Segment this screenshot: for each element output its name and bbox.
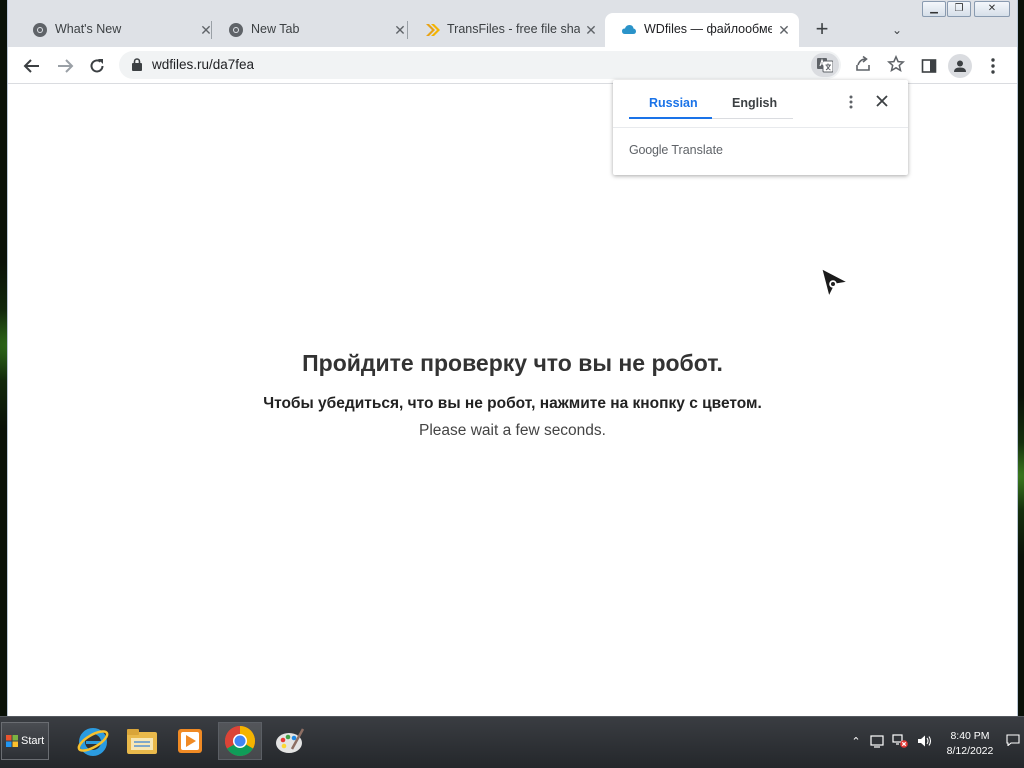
taskbar-app-internet-explorer[interactable] xyxy=(71,722,115,760)
maximize-button[interactable]: ❐ xyxy=(947,1,971,17)
tab-new-tab[interactable]: New Tab ✕ xyxy=(212,13,408,47)
side-panel-icon xyxy=(921,59,937,73)
address-bar[interactable]: wdfiles.ru/da7fea xyxy=(119,51,905,79)
google-translate-icon xyxy=(817,58,833,73)
media-player-icon xyxy=(178,729,202,753)
browser-window: What's New ✕ New Tab ✕ TransFiles - free… xyxy=(7,0,1018,716)
taskbar-app-paint[interactable] xyxy=(268,722,312,760)
translate-language-tabs: Russian English xyxy=(629,94,793,119)
tab-search-chevron-icon[interactable]: ⌄ xyxy=(887,20,907,40)
clock-time[interactable]: 8:40 PM xyxy=(941,730,999,742)
tab-wdfiles[interactable]: WDfiles — файлообмен ✕ xyxy=(605,13,799,47)
new-tab-button[interactable]: + xyxy=(810,18,834,42)
tab-transfiles[interactable]: TransFiles - free file shar ✕ xyxy=(408,13,604,47)
active-tab-indicator xyxy=(629,117,712,119)
chrome-icon xyxy=(224,726,256,757)
close-icon[interactable]: ✕ xyxy=(582,21,600,39)
volume-icon[interactable] xyxy=(917,734,933,750)
more-vertical-icon xyxy=(991,58,995,74)
profile-button[interactable] xyxy=(948,54,972,78)
chrome-icon xyxy=(229,23,243,37)
tab-title: WDfiles — файлообмен xyxy=(644,22,772,36)
wait-message: Please wait a few seconds. xyxy=(419,422,606,439)
reload-button[interactable] xyxy=(85,54,109,78)
bookmark-star-icon[interactable] xyxy=(887,55,905,73)
mouse-cursor-icon xyxy=(821,268,849,298)
forward-button[interactable] xyxy=(53,54,77,78)
paint-icon xyxy=(276,728,305,753)
lock-icon[interactable] xyxy=(132,58,142,71)
show-hidden-icons-chevron-icon[interactable]: ⌃ xyxy=(848,734,864,750)
share-icon[interactable] xyxy=(854,55,872,73)
google-translate-brand: Google Translate xyxy=(629,143,723,157)
system-tray: ⌃ 8:40 PM 8/12/2022 xyxy=(846,717,1024,768)
start-button[interactable]: Start xyxy=(1,722,49,760)
side-panel-button[interactable] xyxy=(917,54,941,78)
action-center-icon[interactable] xyxy=(869,734,885,750)
network-disconnected-icon[interactable] xyxy=(892,734,908,750)
translate-popup: Russian English Google Translate xyxy=(613,80,908,175)
transfiles-icon xyxy=(426,24,440,36)
taskbar-app-file-explorer[interactable] xyxy=(120,722,164,760)
arrow-right-icon xyxy=(58,59,74,73)
translate-close-button[interactable] xyxy=(872,93,892,113)
translate-button[interactable] xyxy=(811,53,839,77)
tab-whats-new[interactable]: What's New ✕ xyxy=(16,13,212,47)
tab-title: TransFiles - free file shar xyxy=(447,22,580,36)
taskbar-app-chrome[interactable] xyxy=(218,722,262,760)
arrow-left-icon xyxy=(23,59,39,73)
cloud-icon xyxy=(622,25,636,34)
page-heading: Пройдите проверку что вы не робот. xyxy=(302,350,723,376)
tab-title: What's New xyxy=(55,22,122,36)
close-icon[interactable]: ✕ xyxy=(775,21,793,39)
internet-explorer-icon xyxy=(77,728,109,756)
google-logo-text: Google xyxy=(629,143,669,157)
url-text[interactable]: wdfiles.ru/da7fea xyxy=(152,57,254,72)
taskbar: Start ⌃ 8:40 PM 8/12/2022 xyxy=(0,716,1024,768)
tab-title: New Tab xyxy=(251,22,300,36)
browser-toolbar: wdfiles.ru/da7fea xyxy=(8,47,1017,84)
close-icon xyxy=(876,95,888,107)
tab-source-language[interactable]: Russian xyxy=(649,96,698,110)
avatar-icon xyxy=(954,60,966,72)
notification-icon[interactable] xyxy=(1006,734,1020,748)
file-explorer-icon xyxy=(127,729,157,754)
page-content: Пройдите проверку что вы не робот. Чтобы… xyxy=(8,84,1017,716)
menu-button[interactable] xyxy=(981,54,1005,78)
back-button[interactable] xyxy=(20,54,44,78)
start-label: Start xyxy=(21,735,45,747)
translate-options-button[interactable] xyxy=(843,95,859,113)
divider xyxy=(613,127,908,128)
translate-brand-text: Translate xyxy=(671,143,724,157)
tab-strip: What's New ✕ New Tab ✕ TransFiles - free… xyxy=(8,0,1017,47)
window-close-button[interactable]: ✕ xyxy=(974,1,1010,17)
reload-icon xyxy=(90,59,104,73)
minimize-button[interactable]: ▁ xyxy=(922,1,946,17)
more-vertical-icon xyxy=(849,95,853,109)
taskbar-app-media-player[interactable] xyxy=(168,722,212,760)
captcha-instruction: Чтобы убедиться, что вы не робот, нажмит… xyxy=(263,395,762,412)
tab-target-language[interactable]: English xyxy=(732,96,777,110)
clock-date[interactable]: 8/12/2022 xyxy=(941,745,999,757)
windows-logo-icon xyxy=(6,735,18,747)
chrome-icon xyxy=(33,23,47,37)
